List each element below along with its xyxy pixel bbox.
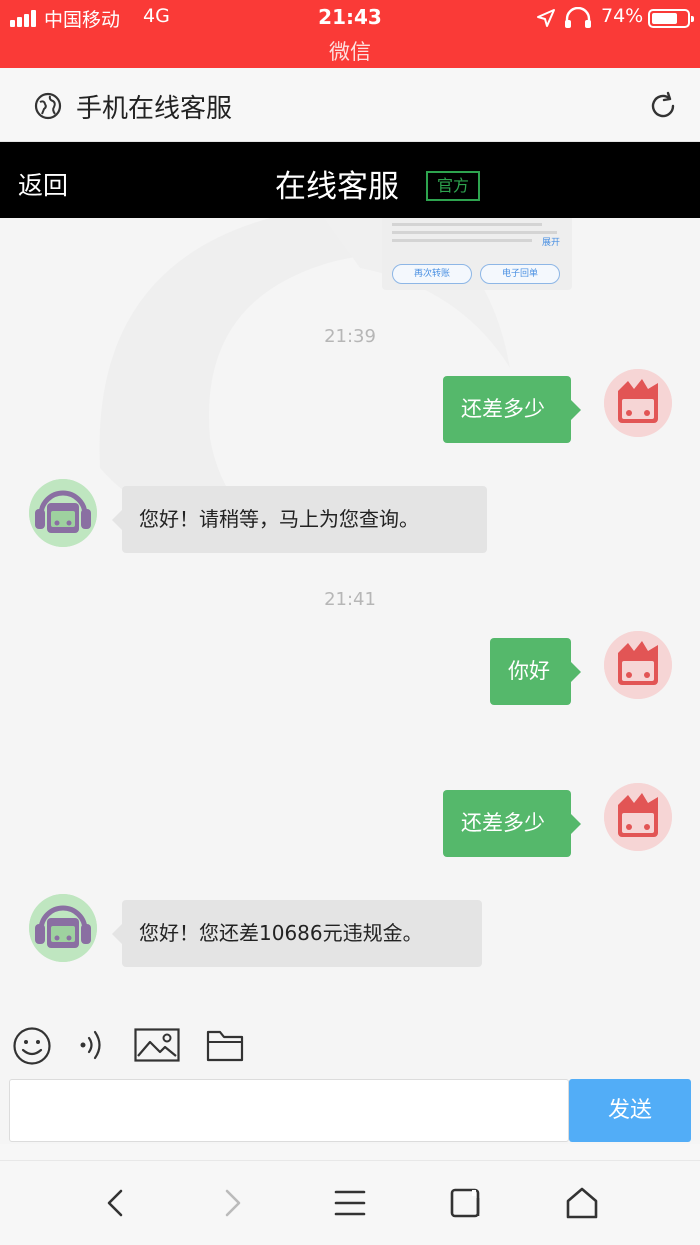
thumbnail-more-link[interactable]: 展开 — [542, 235, 560, 248]
refresh-icon[interactable] — [648, 91, 678, 121]
thumbnail-button[interactable]: 电子回单 — [480, 264, 560, 284]
agent-avatar — [29, 479, 97, 547]
clock: 21:43 — [318, 5, 382, 29]
chat-header: 返回 在线客服 官方 — [0, 142, 700, 218]
message-bubble-incoming[interactable]: 您好！请稍等，马上为您查询。 — [112, 486, 487, 553]
composer: 发送 — [0, 1078, 700, 1144]
user-avatar[interactable] — [604, 369, 672, 437]
voice-icon[interactable] — [78, 1026, 108, 1064]
battery-percent: 74% — [601, 5, 644, 27]
emoji-icon[interactable] — [12, 1026, 52, 1066]
official-badge: 官方 — [426, 171, 480, 201]
headphones-icon — [565, 7, 591, 28]
screen: 中国移动 4G 21:43 74% 微信 手机在线客服 返回 在线客服 官方 展… — [0, 0, 700, 1245]
back-button[interactable]: 返回 — [18, 166, 68, 202]
battery-icon — [648, 9, 694, 28]
send-button[interactable]: 发送 — [569, 1079, 691, 1142]
input-toolbar — [0, 1010, 700, 1080]
home-icon[interactable] — [564, 1185, 600, 1221]
header-title: 在线客服 — [275, 169, 399, 205]
timestamp: 21:41 — [324, 589, 376, 610]
message-bubble-outgoing[interactable]: 你好 — [490, 638, 581, 705]
globe-icon — [34, 92, 62, 120]
status-bar: 中国移动 4G 21:43 74% 微信 — [0, 0, 700, 68]
timestamp: 21:39 — [324, 326, 376, 347]
image-icon[interactable] — [134, 1028, 180, 1062]
message-bubble-outgoing[interactable]: 还差多少 — [443, 376, 581, 443]
user-avatar[interactable] — [604, 631, 672, 699]
location-arrow-icon — [537, 9, 555, 27]
back-arrow-icon[interactable] — [98, 1185, 134, 1221]
message-bubble-incoming[interactable]: 您好！您还差10686元违规金。 — [112, 900, 482, 967]
browser-bottom-nav — [0, 1160, 700, 1245]
user-avatar[interactable] — [604, 783, 672, 851]
message-bubble-outgoing[interactable]: 还差多少 — [443, 790, 581, 857]
folder-icon[interactable] — [206, 1028, 244, 1062]
chat-area[interactable]: 展开 再次转账 电子回单 21:39 还差多少 您好！请稍等，马上为您查询。 2… — [0, 218, 700, 1010]
app-name-label: 微信 — [329, 40, 371, 64]
forward-arrow-icon[interactable] — [214, 1185, 250, 1221]
tabs-icon[interactable] — [448, 1185, 484, 1221]
message-input[interactable] — [9, 1079, 569, 1142]
thumbnail-button[interactable]: 再次转账 — [392, 264, 472, 284]
browser-bar: 手机在线客服 — [0, 68, 700, 142]
menu-icon[interactable] — [332, 1185, 368, 1221]
page-title: 手机在线客服 — [76, 94, 233, 124]
previous-message-thumbnail[interactable]: 展开 再次转账 电子回单 — [382, 218, 572, 290]
agent-avatar — [29, 894, 97, 962]
